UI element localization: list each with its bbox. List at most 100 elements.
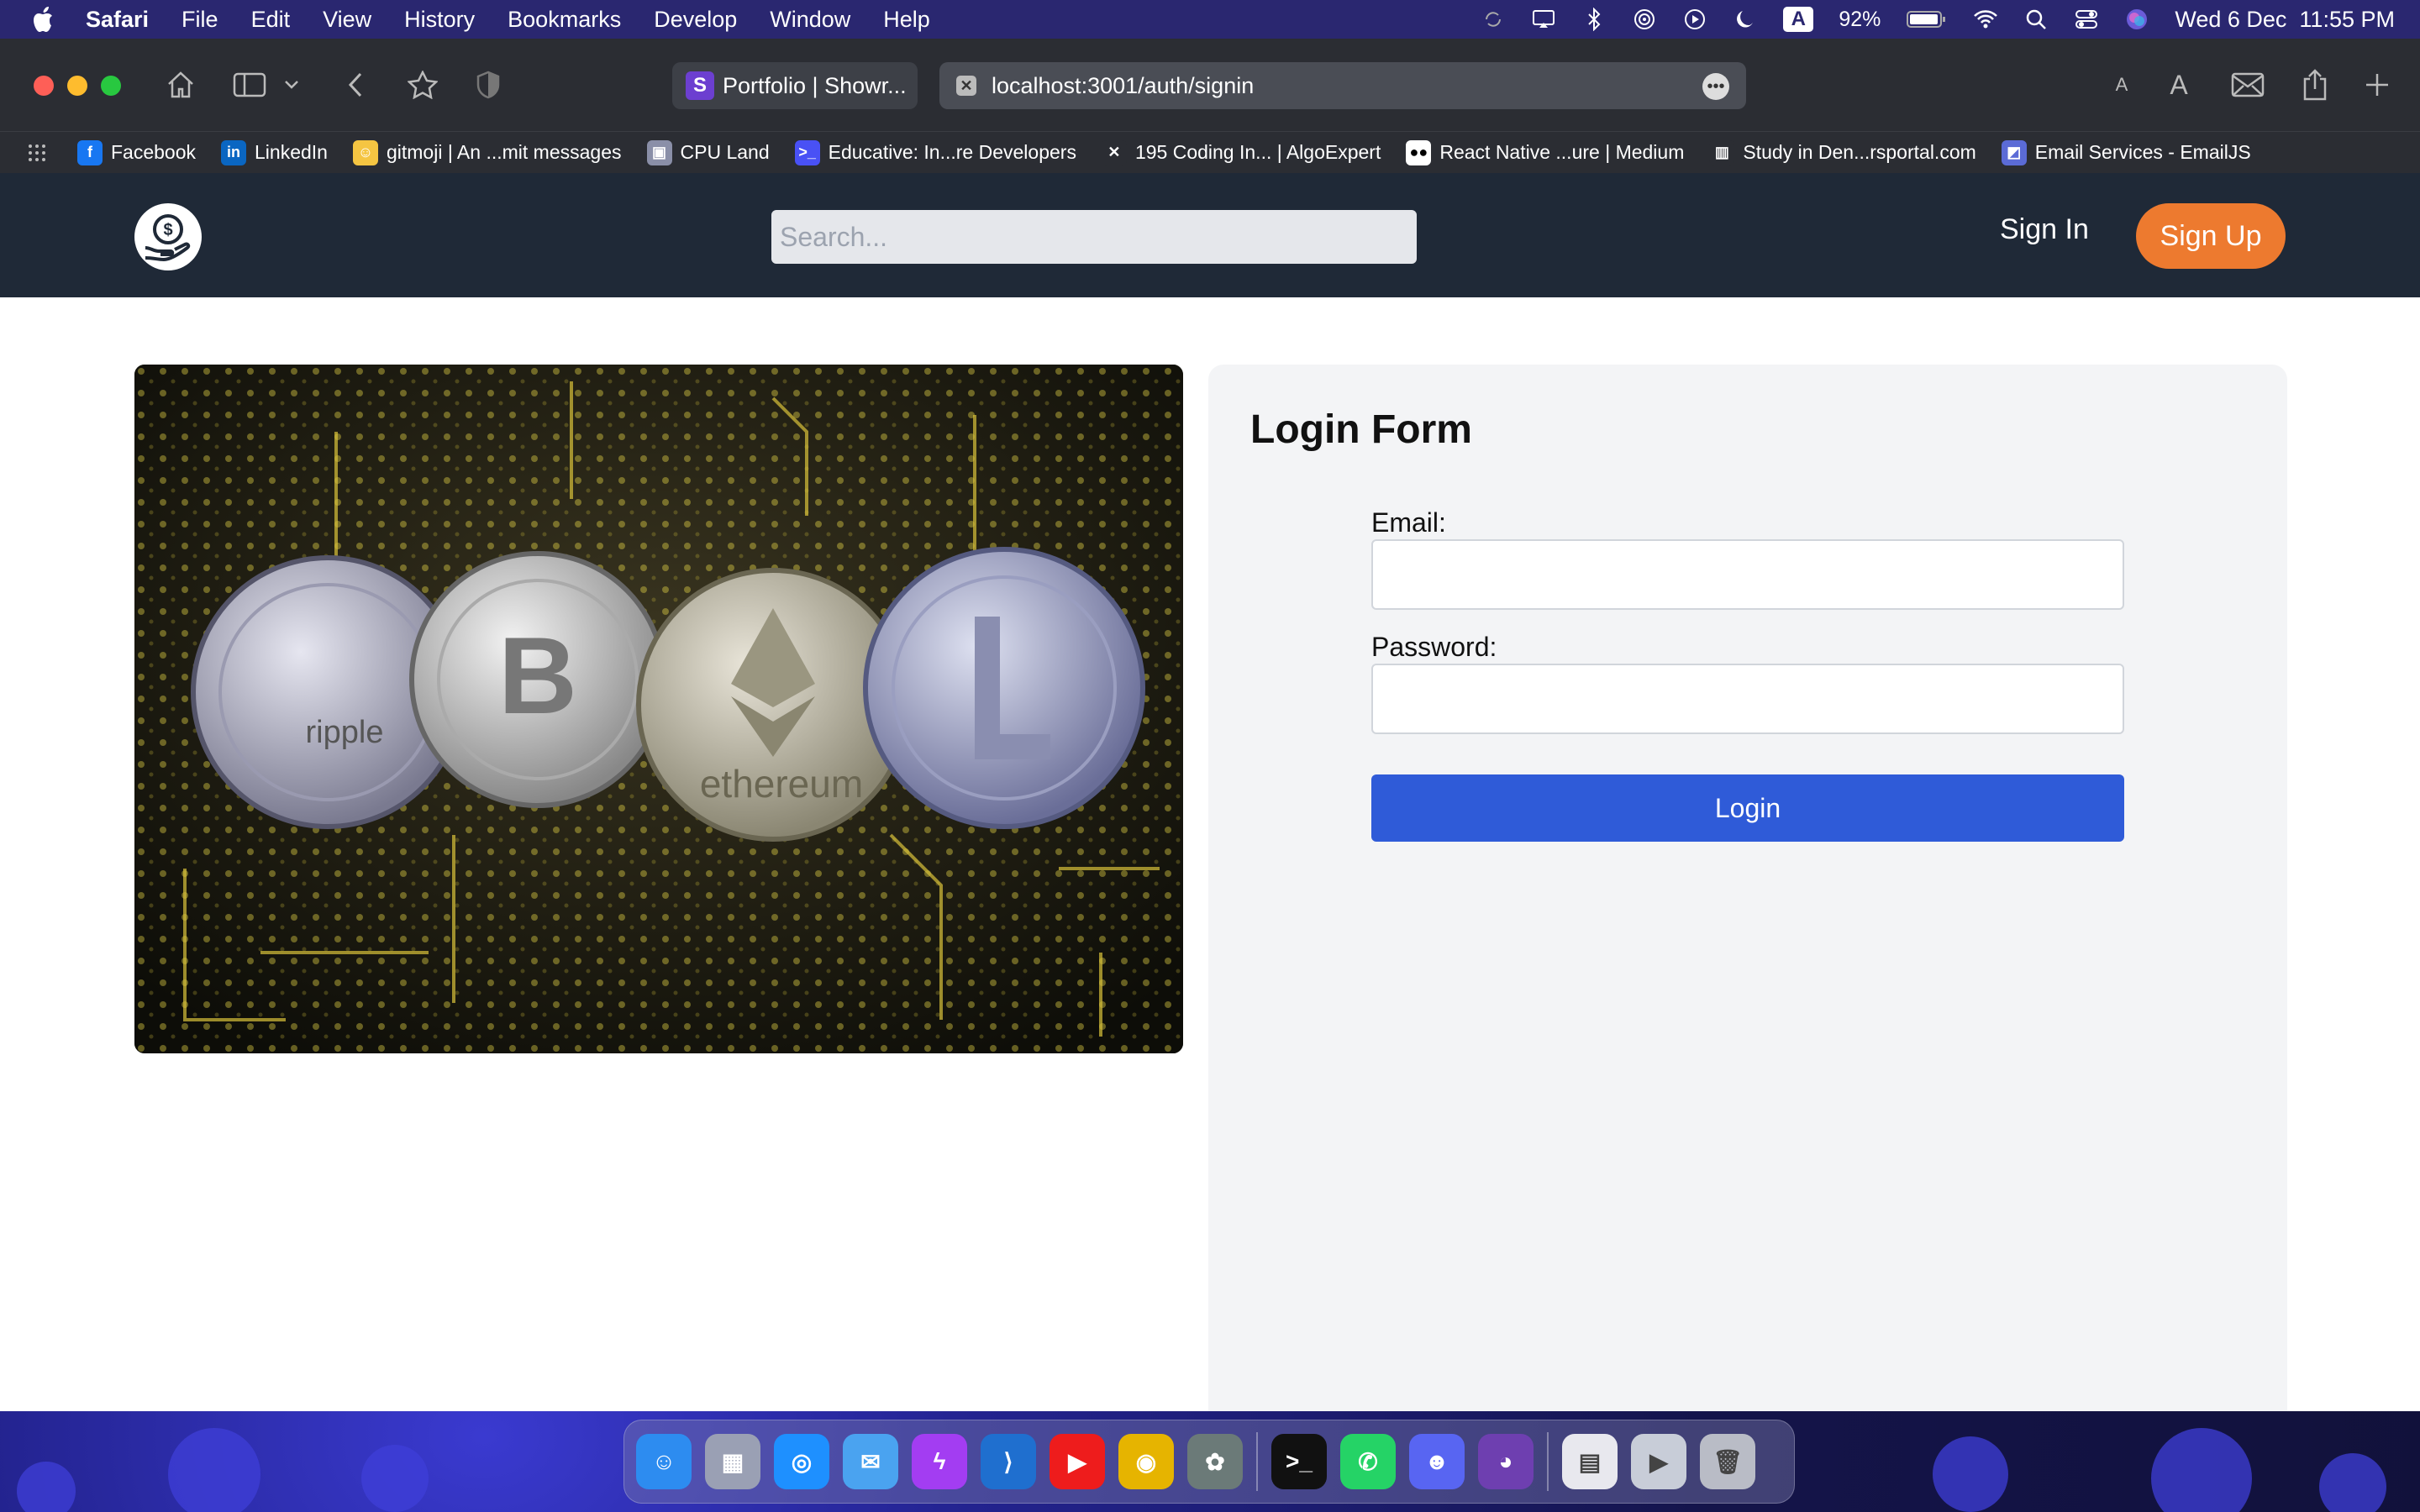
bookmark-item[interactable]: ◩ Email Services - EmailJS [2001, 139, 2251, 165]
dock-github-desktop-icon[interactable]: ◕ [1478, 1434, 1534, 1489]
dock-launchpad-icon[interactable]: ▦ [705, 1434, 760, 1489]
bookmark-label: Educative: In...re Developers [828, 141, 1076, 163]
menu-window[interactable]: Window [770, 7, 850, 33]
dock-vscode-icon[interactable]: ⟩ [981, 1434, 1036, 1489]
site-search-input[interactable] [771, 210, 1417, 264]
study-portal-icon: ▥ [1709, 139, 1735, 165]
wallpaper-flower [168, 1428, 260, 1512]
privacy-shield-icon[interactable] [471, 67, 506, 102]
address-url[interactable]: localhost:3001/auth/signin [992, 73, 1254, 99]
dock-whatsapp-icon[interactable]: ✆ [1340, 1434, 1396, 1489]
dock-video-thumbnail-icon[interactable]: ▶ [1631, 1434, 1686, 1489]
menu-view[interactable]: View [323, 7, 371, 33]
menu-bar-clock[interactable]: Wed 6 Dec 11:55 PM [2175, 7, 2395, 33]
password-field[interactable] [1371, 664, 2124, 734]
sidebar-toggle-icon[interactable] [232, 67, 267, 102]
wifi-icon[interactable] [1973, 7, 1998, 32]
control-center-icon[interactable] [2074, 7, 2099, 32]
airdrop-icon[interactable] [1632, 7, 1657, 32]
dock-separator [1256, 1432, 1258, 1491]
zoom-window-button[interactable] [101, 76, 121, 96]
tab-portfolio[interactable]: S Portfolio | Showr... [672, 62, 918, 109]
site-logo-icon[interactable]: $ [134, 203, 202, 270]
email-field[interactable] [1371, 539, 2124, 610]
input-source-badge[interactable]: A [1783, 7, 1814, 32]
bookmark-label: gitmoji | An ...mit messages [386, 141, 622, 163]
menu-bookmarks[interactable]: Bookmarks [508, 7, 621, 33]
sync-icon[interactable] [1481, 7, 1506, 32]
dock-safari-icon[interactable]: ◎ [774, 1434, 829, 1489]
dock-documents-icon[interactable]: ▤ [1562, 1434, 1618, 1489]
dock-mail-icon[interactable]: ✉ [843, 1434, 898, 1489]
email-label: Email: [1371, 507, 1446, 538]
password-label: Password: [1371, 632, 1497, 662]
chevron-down-icon[interactable] [281, 67, 302, 102]
screen-mirroring-icon[interactable] [1531, 7, 1556, 32]
home-icon[interactable] [163, 67, 198, 102]
siri-icon[interactable] [2124, 7, 2149, 32]
login-button[interactable]: Login [1371, 774, 2124, 842]
wallpaper-flower [2151, 1428, 2252, 1512]
bookmark-label: Study in Den...rsportal.com [1743, 141, 1976, 163]
wallpaper-flower [2319, 1453, 2386, 1512]
sign-in-link[interactable]: Sign In [2000, 213, 2089, 246]
bookmark-item[interactable]: in LinkedIn [221, 139, 328, 165]
bookmark-item[interactable]: ▣ CPU Land [646, 139, 770, 165]
menu-app-name[interactable]: Safari [86, 7, 149, 33]
menu-help[interactable]: Help [883, 7, 930, 33]
bookmark-label: React Native ...ure | Medium [1439, 141, 1685, 163]
spotlight-search-icon[interactable] [2023, 7, 2049, 32]
mail-share-icon[interactable] [2230, 67, 2265, 102]
share-icon[interactable] [2297, 67, 2333, 102]
bookmark-label: 195 Coding In... | AlgoExpert [1134, 141, 1381, 163]
dock-terminal-icon[interactable]: >_ [1271, 1434, 1327, 1489]
bookmark-item[interactable]: ▥ Study in Den...rsportal.com [1709, 139, 1976, 165]
minimize-window-button[interactable] [67, 76, 87, 96]
browser-toolbar: S Portfolio | Showr... ✕ localhost:3001/… [0, 39, 2420, 131]
favorite-star-icon[interactable] [405, 67, 440, 102]
dock-messenger-icon[interactable]: ϟ [912, 1434, 967, 1489]
crypto-coins-hero-image: ripple B ethereum [134, 365, 1183, 1053]
menu-file[interactable]: File [182, 7, 218, 33]
login-form-panel: Login Form Email: Password: Login [1208, 365, 2287, 1411]
bookmark-label: Email Services - EmailJS [2034, 141, 2251, 163]
gitmoji-icon: ☺ [352, 139, 378, 165]
bookmark-item[interactable]: f Facebook [77, 139, 196, 165]
bookmark-item[interactable]: ☺ gitmoji | An ...mit messages [352, 139, 622, 165]
dock-youtube-icon[interactable]: ▶ [1050, 1434, 1105, 1489]
now-playing-icon[interactable] [1682, 7, 1707, 32]
bookmark-item[interactable]: >_ Educative: In...re Developers [794, 139, 1076, 165]
bluetooth-icon[interactable] [1581, 7, 1607, 32]
text-smaller-icon[interactable]: A [2104, 67, 2139, 102]
focus-moon-icon[interactable] [1733, 7, 1758, 32]
dock-chatgpt-icon[interactable]: ✿ [1187, 1434, 1243, 1489]
algoexpert-icon: ✕ [1101, 139, 1127, 165]
battery-icon[interactable] [1906, 7, 1948, 32]
dock-discord-icon[interactable]: ☻ [1409, 1434, 1465, 1489]
more-options-icon[interactable]: ••• [1702, 73, 1729, 100]
apple-logo-icon[interactable] [30, 5, 59, 34]
close-window-button[interactable] [34, 76, 54, 96]
menu-develop[interactable]: Develop [654, 7, 737, 33]
dock-trash-icon[interactable]: 🗑 [1700, 1434, 1755, 1489]
dock-separator [1547, 1432, 1549, 1491]
all-bookmarks-grid-icon[interactable] [27, 143, 47, 163]
educative-icon: >_ [794, 139, 820, 165]
wallpaper-flower [361, 1445, 429, 1512]
dock-finder-icon[interactable]: ☺ [636, 1434, 692, 1489]
new-tab-plus-icon[interactable] [2360, 67, 2395, 102]
bookmark-label: LinkedIn [255, 141, 328, 163]
bookmark-item[interactable]: ●● React Native ...ure | Medium [1406, 139, 1685, 165]
menu-history[interactable]: History [404, 7, 475, 33]
menu-edit[interactable]: Edit [251, 7, 291, 33]
address-bar[interactable]: ✕ localhost:3001/auth/signin ••• [939, 62, 1746, 109]
bookmark-item[interactable]: ✕ 195 Coding In... | AlgoExpert [1101, 139, 1381, 165]
svg-text:ripple: ripple [306, 715, 384, 750]
svg-text:$: $ [163, 221, 172, 239]
sign-up-button[interactable]: Sign Up [2136, 203, 2286, 269]
dock-chrome-icon[interactable]: ◉ [1118, 1434, 1174, 1489]
site-favicon-icon: ✕ [956, 76, 976, 96]
back-icon[interactable] [338, 67, 373, 102]
wallpaper-flower [17, 1462, 76, 1512]
text-larger-icon[interactable]: A [2161, 67, 2196, 102]
